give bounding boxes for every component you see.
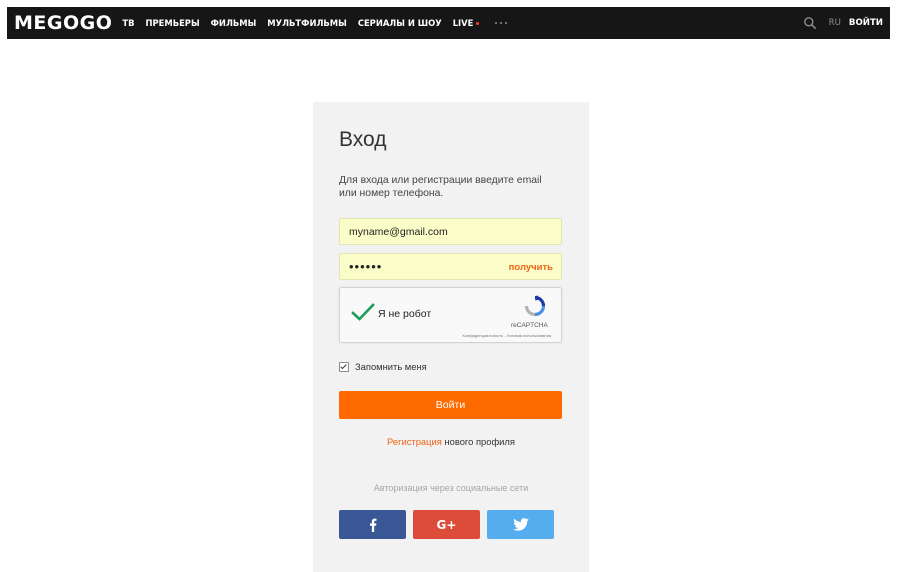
main-nav: ТВ ПРЕМЬЕРЫ ФИЛЬМЫ МУЛЬТФИЛЬМЫ СЕРИАЛЫ И… — [122, 18, 509, 28]
recaptcha-brand: reCAPTCHA — [511, 322, 548, 329]
header-login-link[interactable]: ВОЙТИ — [849, 18, 883, 28]
top-navigation-bar: MEGOGO ТВ ПРЕМЬЕРЫ ФИЛЬМЫ МУЛЬТФИЛЬМЫ СЕ… — [7, 7, 890, 39]
register-line: Регистрация нового профиля — [313, 436, 589, 447]
facebook-icon — [369, 518, 376, 532]
login-title: Вход — [339, 128, 387, 151]
get-code-link[interactable]: получить — [509, 262, 553, 273]
nav-item-films[interactable]: ФИЛЬМЫ — [211, 18, 257, 28]
live-indicator-dot — [476, 22, 480, 25]
nav-item-tv[interactable]: ТВ — [122, 18, 134, 28]
recaptcha-label: Я не робот — [378, 308, 432, 320]
email-input[interactable] — [340, 219, 561, 244]
google-plus-icon: G+ — [436, 517, 457, 532]
register-link[interactable]: Регистрация — [387, 436, 442, 447]
nav-item-cartoons[interactable]: МУЛЬТФИЛЬМЫ — [267, 18, 347, 28]
facebook-login-button[interactable] — [339, 510, 406, 539]
nav-item-live[interactable]: LIVE — [453, 18, 480, 28]
recaptcha-logo-icon — [524, 295, 546, 317]
remember-me-label: Запомнить меня — [355, 361, 427, 372]
login-description: Для входа или регистрации введите email … — [339, 175, 542, 199]
recaptcha-widget[interactable]: Я не робот reCAPTCHA Конфиденциальность … — [339, 287, 562, 343]
social-auth-label: Авторизация через социальные сети — [373, 483, 529, 493]
google-plus-login-button[interactable]: G+ — [413, 510, 480, 539]
email-field — [339, 218, 562, 245]
checkmark-icon — [351, 303, 375, 321]
login-submit-button[interactable]: Войти — [339, 391, 562, 419]
search-icon[interactable] — [803, 16, 817, 30]
password-field: получить — [339, 253, 562, 280]
nav-item-series-shows[interactable]: СЕРИАЛЫ И ШОУ — [358, 18, 442, 28]
login-panel: Вход Для входа или регистрации введите e… — [313, 102, 589, 572]
language-switch[interactable]: RU — [829, 18, 841, 28]
nav-item-premieres[interactable]: ПРЕМЬЕРЫ — [146, 18, 200, 28]
nav-item-live-label: LIVE — [452, 18, 474, 28]
recaptcha-terms[interactable]: Конфиденциальность - Условия использован… — [462, 333, 551, 338]
twitter-login-button[interactable] — [487, 510, 554, 539]
megogo-logo[interactable]: MEGOGO — [14, 12, 112, 34]
register-text: нового профиля — [441, 436, 515, 447]
more-dots-icon[interactable] — [493, 18, 509, 28]
remember-me-control[interactable]: Запомнить меня — [339, 361, 427, 372]
remember-me-checkbox[interactable] — [339, 361, 349, 372]
header-right: RU ВОЙТИ — [803, 16, 883, 30]
twitter-icon — [512, 518, 529, 531]
